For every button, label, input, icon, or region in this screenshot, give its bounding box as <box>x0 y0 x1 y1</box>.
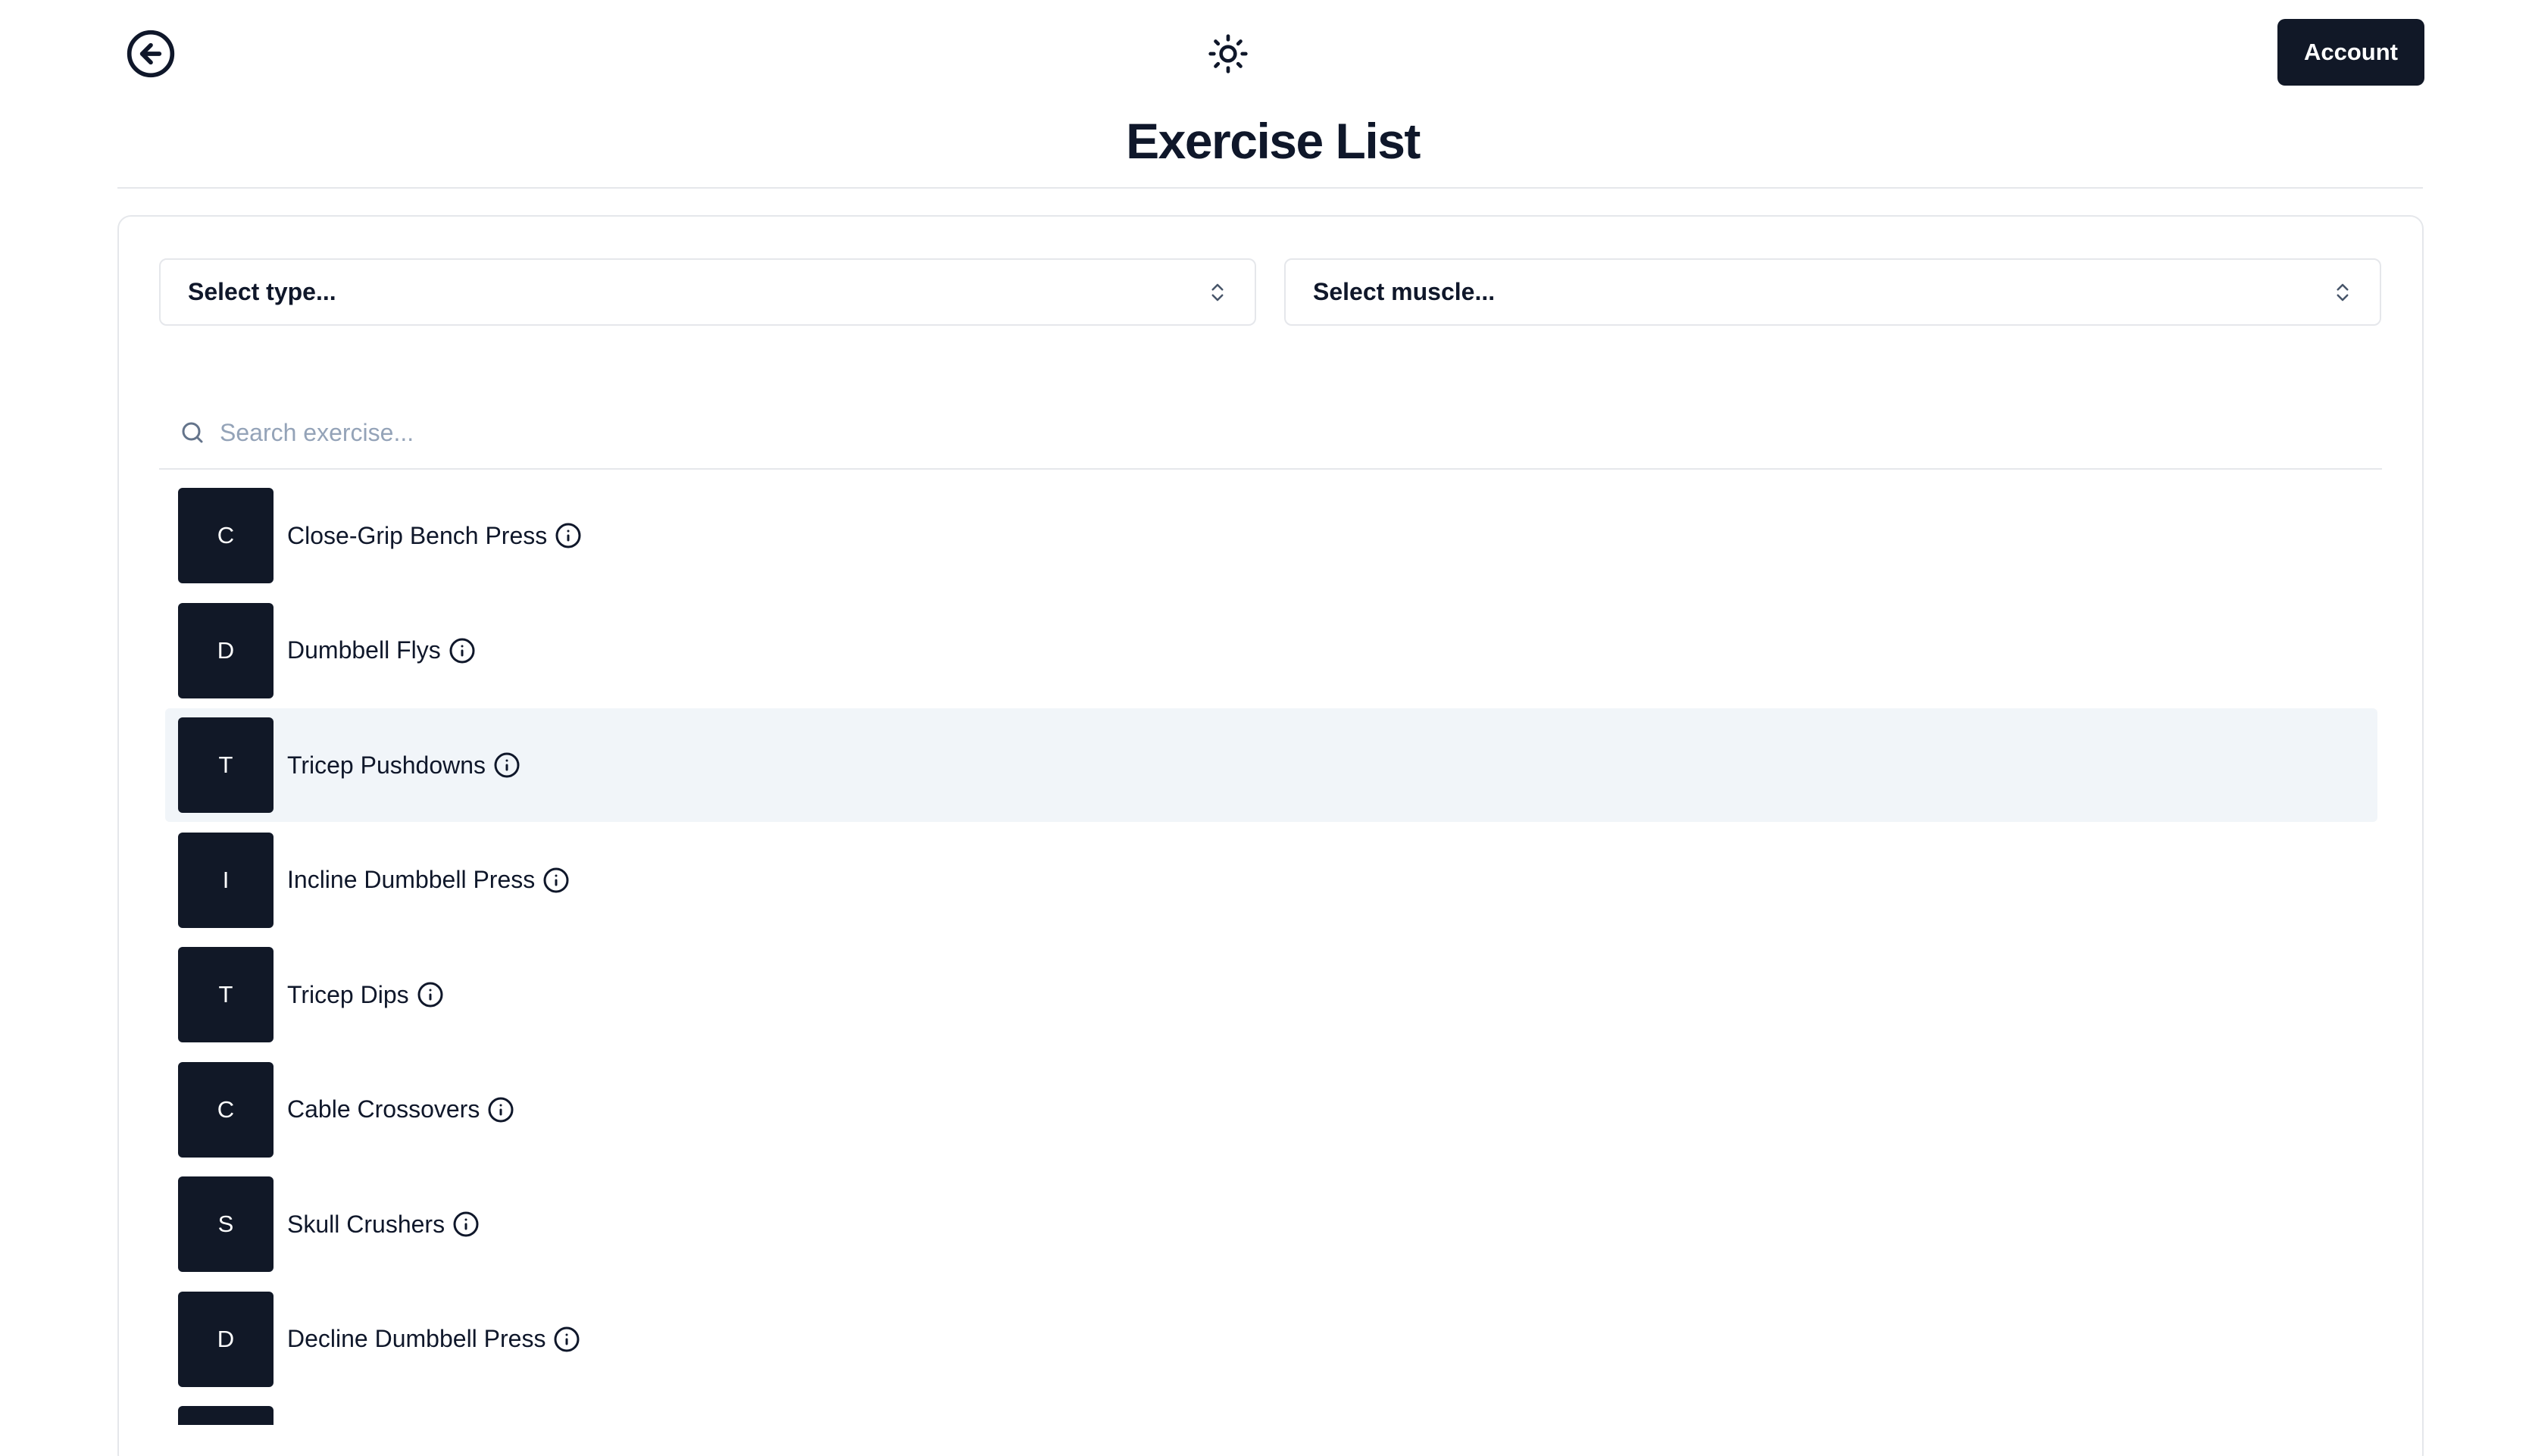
exercise-card: Select type... Select muscle... C Close-G… <box>117 215 2424 1456</box>
type-select[interactable]: Select type... <box>159 258 1256 326</box>
account-button[interactable]: Account <box>2277 19 2424 86</box>
exercise-name: Dumbbell Flys <box>287 636 441 664</box>
info-icon[interactable] <box>493 751 520 779</box>
back-button[interactable] <box>125 28 177 80</box>
search-bar <box>159 397 2382 470</box>
chevrons-up-down-icon <box>2337 283 2349 301</box>
exercise-avatar: I <box>178 832 274 928</box>
exercise-name: Tricep Dips <box>287 980 409 1008</box>
exercise-avatar: S <box>178 1176 274 1272</box>
exercise-name: Decline Dumbbell Press <box>287 1325 546 1352</box>
exercise-list-item[interactable]: D Decline Dumbbell Press <box>165 1283 2377 1396</box>
exercise-name: Skull Crushers <box>287 1210 445 1238</box>
chevrons-up-down-icon <box>1211 283 1224 301</box>
title-divider <box>117 187 2423 189</box>
info-icon[interactable] <box>555 522 582 549</box>
info-icon[interactable] <box>487 1096 514 1123</box>
exercise-list-item[interactable] <box>165 1397 2377 1425</box>
theme-toggle-button[interactable] <box>1206 32 1250 76</box>
sun-icon <box>1208 34 1248 73</box>
info-icon[interactable] <box>452 1211 480 1238</box>
muscle-select-label: Select muscle... <box>1313 278 1496 305</box>
info-icon[interactable] <box>553 1326 580 1353</box>
exercise-avatar: T <box>178 947 274 1042</box>
info-icon[interactable] <box>449 637 476 664</box>
exercise-list-item[interactable]: D Dumbbell Flys <box>165 594 2377 708</box>
page: Account Exercise List Select type... Sel… <box>0 0 2532 1456</box>
exercise-avatar: C <box>178 1061 274 1158</box>
search-icon <box>182 422 203 443</box>
type-select-label: Select type... <box>188 278 336 305</box>
exercise-avatar: D <box>178 1291 274 1387</box>
page-title: Exercise List <box>1126 113 1421 169</box>
exercise-avatar: D <box>178 602 274 698</box>
exercise-list-item[interactable]: I Incline Dumbbell Press <box>165 823 2377 937</box>
exercise-name: Close-Grip Bench Press <box>287 521 548 549</box>
exercise-name: Tricep Pushdowns <box>287 751 486 779</box>
exercise-avatar <box>178 1406 274 1425</box>
exercise-list-item[interactable]: T Tricep Dips <box>165 938 2377 1051</box>
exercise-avatar: T <box>178 717 274 813</box>
exercise-list: C Close-Grip Bench Press D Dumbbell Flys T Tr… <box>159 479 2382 1425</box>
exercise-name: Cable Crossovers <box>287 1095 480 1123</box>
info-icon[interactable] <box>542 867 570 894</box>
exercise-list-item[interactable]: S Skull Crushers <box>165 1167 2377 1281</box>
search-input[interactable] <box>220 418 2341 447</box>
exercise-avatar: C <box>178 488 274 583</box>
info-icon[interactable] <box>417 981 444 1008</box>
exercise-list-item[interactable]: C Close-Grip Bench Press <box>165 479 2377 592</box>
exercise-list-item[interactable]: T Tricep Pushdowns <box>165 708 2377 822</box>
exercise-name: Incline Dumbbell Press <box>287 866 536 893</box>
muscle-select[interactable]: Select muscle... <box>1284 258 2381 326</box>
exercise-list-item[interactable]: C Cable Crossovers <box>165 1053 2377 1167</box>
arrow-left-circle-icon <box>127 30 175 78</box>
